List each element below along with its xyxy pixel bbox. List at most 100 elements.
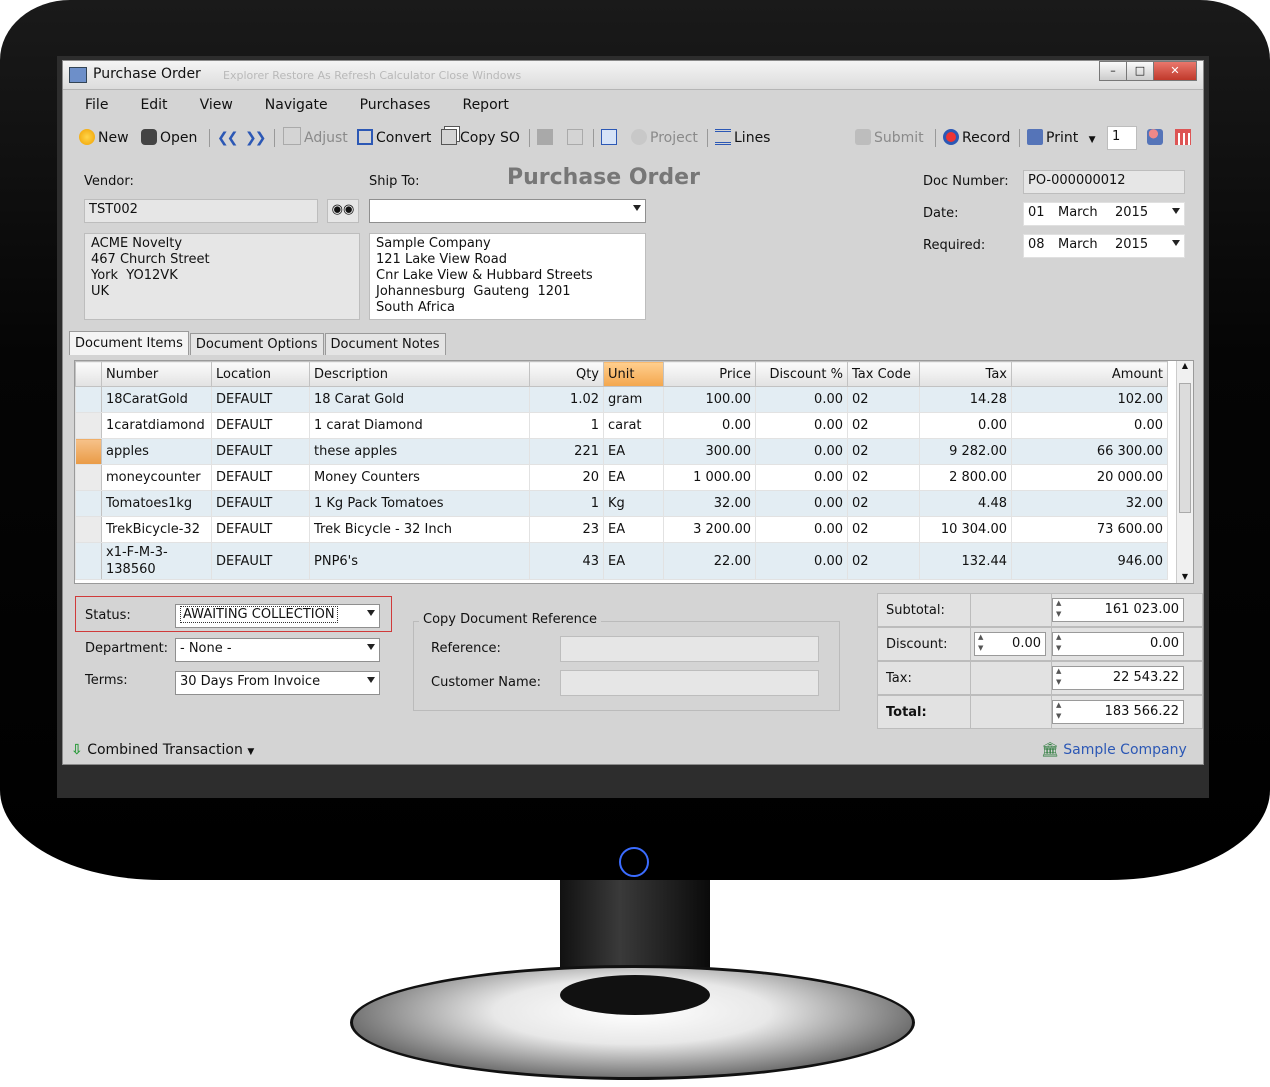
cell-location[interactable]: DEFAULT xyxy=(211,542,310,580)
table-row[interactable]: apples DEFAULT these apples 221 EA 300.00 0.00… xyxy=(75,438,1168,465)
customer-name-input[interactable] xyxy=(560,670,819,696)
cell-price[interactable]: 300.00 xyxy=(663,438,756,465)
submit-button[interactable]: Submit xyxy=(855,125,924,151)
cell-description[interactable]: PNP6's xyxy=(309,542,530,580)
table-row[interactable]: moneycounter DEFAULT Money Counters 20 EA 1 0… xyxy=(75,464,1168,491)
print-button[interactable]: Print ▼ xyxy=(1027,125,1096,151)
open-button[interactable]: Open xyxy=(141,125,197,151)
cell-description[interactable]: 1 carat Diamond xyxy=(309,412,530,439)
scroll-up-icon[interactable]: ▲ xyxy=(1177,361,1193,370)
discount-amount-field[interactable]: 0.00 xyxy=(1052,632,1184,656)
cell-location[interactable]: DEFAULT xyxy=(211,386,310,413)
select-all-corner[interactable] xyxy=(75,361,102,387)
record-button[interactable]: Record xyxy=(943,125,1010,151)
scroll-thumb[interactable] xyxy=(1179,383,1191,513)
cell-discount[interactable]: 0.00 xyxy=(755,542,848,580)
minimize-button[interactable]: – xyxy=(1099,61,1127,81)
tab-document-items[interactable]: Document Items xyxy=(69,331,189,355)
adjust-button[interactable]: Adjust xyxy=(283,125,348,151)
cell-tax-code[interactable]: 02 xyxy=(847,490,920,517)
cell-discount[interactable]: 0.00 xyxy=(755,516,848,543)
table-row[interactable]: 18CaratGold DEFAULT 18 Carat Gold 1.02 gram 1… xyxy=(75,386,1168,413)
cell-location[interactable]: DEFAULT xyxy=(211,412,310,439)
row-selector[interactable] xyxy=(75,386,102,413)
cell-unit[interactable]: EA xyxy=(603,542,664,580)
row-selector[interactable] xyxy=(75,438,102,465)
menu-report[interactable]: Report xyxy=(440,95,518,117)
cell-discount[interactable]: 0.00 xyxy=(755,438,848,465)
cell-unit[interactable]: Kg xyxy=(603,490,664,517)
project-button[interactable]: Project xyxy=(631,125,698,151)
cell-qty[interactable]: 23 xyxy=(529,516,604,543)
cell-tax[interactable]: 14.28 xyxy=(919,386,1012,413)
cell-tax-code[interactable]: 02 xyxy=(847,542,920,580)
reference-input[interactable] xyxy=(560,636,819,662)
combined-transaction-button[interactable]: ⇩ Combined Transaction ▼ xyxy=(71,737,254,763)
cell-unit[interactable]: EA xyxy=(603,438,664,465)
recycle-button[interactable] xyxy=(567,125,586,151)
cell-qty[interactable]: 20 xyxy=(529,464,604,491)
date-picker[interactable]: 01 March 2015 xyxy=(1023,202,1185,226)
status-select[interactable]: AWAITING COLLECTION xyxy=(175,604,380,628)
vendor-lookup-button[interactable]: ◉◉ xyxy=(327,199,359,223)
cell-unit[interactable]: carat xyxy=(603,412,664,439)
scroll-down-icon[interactable]: ▼ xyxy=(1177,572,1193,581)
doc-number-field[interactable]: PO-000000012 xyxy=(1023,170,1185,194)
table-row[interactable]: 1caratdiamond DEFAULT 1 carat Diamond 1 cara… xyxy=(75,412,1168,439)
tax-field[interactable]: 22 543.22 xyxy=(1052,666,1184,690)
cell-description[interactable]: Trek Bicycle - 32 Inch xyxy=(309,516,530,543)
column-header-number[interactable]: Number xyxy=(101,361,212,387)
add-attachment-button[interactable] xyxy=(601,125,620,151)
lines-button[interactable]: Lines xyxy=(715,125,770,151)
table-row[interactable]: TrekBicycle-32 DEFAULT Trek Bicycle - 32 I… xyxy=(75,516,1168,543)
cell-tax[interactable]: 4.48 xyxy=(919,490,1012,517)
cell-amount[interactable]: 102.00 xyxy=(1011,386,1168,413)
required-date-picker[interactable]: 08 March 2015 xyxy=(1023,234,1185,258)
row-selector[interactable] xyxy=(75,464,102,491)
menu-navigate[interactable]: Navigate xyxy=(243,95,338,117)
column-header-tax[interactable]: Tax xyxy=(919,361,1012,387)
column-header-tax-code[interactable]: Tax Code xyxy=(847,361,920,387)
cell-qty[interactable]: 221 xyxy=(529,438,604,465)
print-copies-input[interactable]: 1 xyxy=(1107,126,1137,150)
column-header-price[interactable]: Price xyxy=(663,361,756,387)
contacts-button[interactable] xyxy=(1147,125,1166,151)
column-header-qty[interactable]: Qty xyxy=(529,361,604,387)
cell-amount[interactable]: 66 300.00 xyxy=(1011,438,1168,465)
cell-price[interactable]: 1 000.00 xyxy=(663,464,756,491)
cell-number[interactable]: x1-F-M-3- 138560 xyxy=(101,542,212,580)
tab-document-options[interactable]: Document Options xyxy=(189,333,324,355)
column-header-unit[interactable]: Unit xyxy=(603,361,664,387)
terms-select[interactable]: 30 Days From Invoice xyxy=(175,671,380,695)
cell-tax[interactable]: 10 304.00 xyxy=(919,516,1012,543)
column-header-description[interactable]: Description xyxy=(309,361,530,387)
cell-price[interactable]: 22.00 xyxy=(663,542,756,580)
cell-number[interactable]: Tomatoes1kg xyxy=(101,490,212,517)
cell-number[interactable]: 1caratdiamond xyxy=(101,412,212,439)
menu-view[interactable]: View xyxy=(178,95,243,117)
cell-unit[interactable]: EA xyxy=(603,516,664,543)
cell-amount[interactable]: 32.00 xyxy=(1011,490,1168,517)
cell-discount[interactable]: 0.00 xyxy=(755,412,848,439)
cell-tax[interactable]: 9 282.00 xyxy=(919,438,1012,465)
new-button[interactable]: New xyxy=(79,125,129,151)
menu-file[interactable]: File xyxy=(63,95,118,117)
subtotal-field[interactable]: 161 023.00 xyxy=(1052,598,1184,622)
chevron-down-icon[interactable]: ▼ xyxy=(1089,135,1096,145)
previous-button[interactable]: ❮❮ xyxy=(217,125,239,151)
menu-purchases[interactable]: Purchases xyxy=(338,95,441,117)
cell-description[interactable]: Money Counters xyxy=(309,464,530,491)
cell-tax-code[interactable]: 02 xyxy=(847,464,920,491)
cell-tax-code[interactable]: 02 xyxy=(847,438,920,465)
ship-to-select[interactable] xyxy=(369,199,646,223)
cell-price[interactable]: 32.00 xyxy=(663,490,756,517)
copy-so-button[interactable]: Copy SO xyxy=(441,125,520,151)
cell-tax-code[interactable]: 02 xyxy=(847,386,920,413)
vendor-code-input[interactable]: TST002 xyxy=(84,199,318,223)
cell-qty[interactable]: 1 xyxy=(529,490,604,517)
cell-description[interactable]: 18 Carat Gold xyxy=(309,386,530,413)
cell-tax[interactable]: 132.44 xyxy=(919,542,1012,580)
calendar-button[interactable] xyxy=(1175,125,1194,151)
table-row[interactable]: x1-F-M-3- 138560 DEFAULT PNP6's 43 EA 22.00 0.… xyxy=(75,542,1168,580)
cell-tax[interactable]: 2 800.00 xyxy=(919,464,1012,491)
